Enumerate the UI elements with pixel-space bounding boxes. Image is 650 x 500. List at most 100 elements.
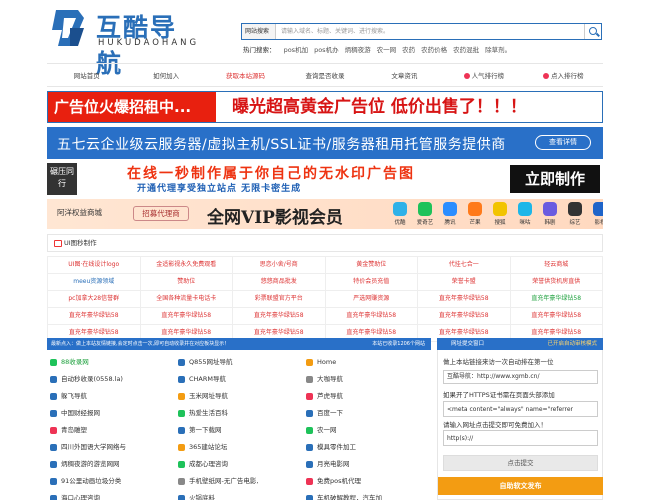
- sponsor-link[interactable]: 赞助位: [140, 274, 233, 291]
- logo-subtitle: HUKUDAOHANG: [98, 38, 200, 48]
- hot-search-item[interactable]: 农药混批: [453, 46, 479, 54]
- sponsor-link[interactable]: 黄金赞助位: [325, 257, 418, 274]
- app-logo-icon: [418, 202, 432, 216]
- site-name: 月亮电影网: [317, 460, 350, 468]
- site-list-item[interactable]: 海口心理咨询: [47, 490, 175, 500]
- nav-item[interactable]: 人气排行榜: [444, 70, 523, 80]
- sponsor-link[interactable]: 彩票联盟官方平台: [233, 291, 326, 308]
- sponsor-link[interactable]: 直充年豪华绿钻58: [325, 308, 418, 325]
- sponsor-link[interactable]: 直充年豪华绿钻58: [418, 308, 511, 325]
- sponsor-link[interactable]: UI图·在线设计logo: [48, 257, 141, 274]
- site-list-item[interactable]: 玉米网址导航: [175, 388, 303, 405]
- app-name: 咪咕: [519, 220, 531, 226]
- site-name: CHARM导航: [189, 375, 226, 383]
- sponsor-link[interactable]: 直充年豪华绿钻58: [140, 308, 233, 325]
- nav-item[interactable]: 如何加入: [126, 70, 205, 80]
- ui-maker-link[interactable]: UI图秒制作: [47, 234, 603, 252]
- meta-code-box[interactable]: <meta content="always" name="referrer: [443, 401, 598, 417]
- submit-button[interactable]: 点击提交: [443, 455, 598, 471]
- sponsor-link[interactable]: 荣誉卡盟: [418, 274, 511, 291]
- sponsor-link[interactable]: 金适影视永久免费观看: [140, 257, 233, 274]
- site-list-item[interactable]: CHARM导航: [175, 371, 303, 388]
- site-list-item[interactable]: 手机壁纸网-无广告电影,: [175, 473, 303, 490]
- make-now-button[interactable]: 立即制作: [510, 165, 600, 193]
- search-bar: 网站搜索 请输入域名、标题、关键词、进行搜索。: [241, 23, 602, 40]
- banner-details-button[interactable]: 查看详情: [535, 135, 591, 150]
- site-list-item[interactable]: 中国财经报网: [47, 405, 175, 422]
- site-list-item[interactable]: 第一下载网: [175, 422, 303, 439]
- hot-search-item[interactable]: pos机加: [284, 46, 309, 54]
- sponsor-link[interactable]: 直充年豪华绿钻58: [510, 308, 603, 325]
- banner-ad-rent-right: 曝光超高黄金广告位 低价出售了！！！: [232, 97, 527, 117]
- sponsor-link[interactable]: 荣誉供货机房直供: [510, 274, 603, 291]
- site-favicon-icon: [306, 393, 313, 400]
- site-list-item[interactable]: 炳稠夜游的游览网网: [47, 456, 175, 473]
- nav-item[interactable]: 获取本站源码: [206, 70, 285, 80]
- hot-search-item[interactable]: 农药: [402, 46, 415, 54]
- sponsor-link[interactable]: 直充年豪华绿钻58: [233, 308, 326, 325]
- site-logo[interactable]: 互酷导航 HUKUDAOHANG: [50, 6, 196, 78]
- recruit-agent-button[interactable]: 招募代理商: [133, 206, 189, 221]
- hot-search-item[interactable]: 炳稠夜游: [345, 46, 371, 54]
- self-publish-button[interactable]: 自助软文发布: [438, 477, 603, 495]
- hot-search-item[interactable]: 农药价格: [421, 46, 447, 54]
- site-list-item[interactable]: Q855网址导航: [175, 354, 303, 371]
- sponsor-link[interactable]: 直充年豪华绿钻58: [418, 291, 511, 308]
- search-icon[interactable]: [584, 24, 601, 39]
- sponsor-link-grid: UI图·在线设计logo 金适影视永久免费观看 思恋小舍/号商 黄金赞助位 代挂七合一轻…: [47, 256, 603, 342]
- site-list-item[interactable]: 芦虎导航: [303, 388, 431, 405]
- sponsor-link[interactable]: 直充年豪华绿钻58: [48, 308, 141, 325]
- sponsor-link[interactable]: pc加拿大28信誉群: [48, 291, 141, 308]
- nav-item[interactable]: 点入排行榜: [524, 70, 603, 80]
- sponsor-link[interactable]: 轻云商城: [510, 257, 603, 274]
- site-list-item[interactable]: Home: [303, 354, 431, 371]
- video-app: 影视: [589, 202, 603, 226]
- site-list-item[interactable]: 自动秒收录(0558.la): [47, 371, 175, 388]
- sponsor-link[interactable]: 代挂七合一: [418, 257, 511, 274]
- site-name: 91公里动画垃圾分类: [61, 477, 122, 485]
- site-list-item[interactable]: 模具零件加工: [303, 439, 431, 456]
- site-list-item[interactable]: 火锅底料: [175, 490, 303, 500]
- site-list-item[interactable]: 农一网: [303, 422, 431, 439]
- site-name: 365建站论坛: [189, 443, 228, 451]
- hot-search-label: 热门搜索：: [243, 46, 276, 54]
- sponsor-link[interactable]: 悠悠商品批发: [233, 274, 326, 291]
- site-list-item[interactable]: 月亮电影网: [303, 456, 431, 473]
- site-list-item[interactable]: 大咖导航: [303, 371, 431, 388]
- search-input[interactable]: 请输入域名、标题、关键词、进行搜索。: [276, 24, 584, 39]
- hot-search-item[interactable]: 除草剂。: [485, 46, 511, 54]
- url-input[interactable]: http(s)://: [443, 430, 598, 446]
- sponsor-link[interactable]: 直充年豪华绿钻58: [510, 291, 603, 308]
- site-list-item[interactable]: 车机破解教程，汽车加: [303, 490, 431, 500]
- sponsor-link[interactable]: meeu资源领域: [48, 274, 141, 291]
- link-code-box[interactable]: 互酷导航：http://www.xgmb.cn/: [443, 370, 598, 384]
- sponsor-link[interactable]: 全国各种流量卡电话卡: [140, 291, 233, 308]
- site-list-item[interactable]: 热爱生活百科: [175, 405, 303, 422]
- sponsor-link[interactable]: 特价会员充值: [325, 274, 418, 291]
- app-logo-icon: [393, 202, 407, 216]
- site-list-item[interactable]: 91公里动画垃圾分类: [47, 473, 175, 490]
- sponsor-link[interactable]: 严选网赚资源: [325, 291, 418, 308]
- site-name: 车机破解教程，汽车加: [317, 494, 382, 500]
- banner-vip[interactable]: 阿洋权益商城 招募代理商 全网VIP影视会员 优酷 爱奇艺 腾讯 芒果 搜狐 咪咕 韩剧 综艺…: [47, 199, 603, 229]
- site-list-item[interactable]: 88收录网: [47, 354, 175, 371]
- sponsor-link[interactable]: 思恋小舍/号商: [233, 257, 326, 274]
- site-list-item[interactable]: 365建站论坛: [175, 439, 303, 456]
- site-name: 青岛雕塑: [61, 426, 87, 434]
- banner-cloud-server[interactable]: 五七云企业级云服务器/虚拟主机/SSL证书/服务器租用托管服务提供商 查看详情: [47, 127, 603, 159]
- banner-ad-maker[interactable]: 碾压同行 在线一秒制作属于你自己的无水印广告图 开通代理享受独立站点 无限卡密生…: [47, 163, 603, 195]
- banner-ad-rent[interactable]: 广告位火爆招租中... 曝光超高黄金广告位 低价出售了！！！: [47, 91, 603, 123]
- site-list-item[interactable]: 免费pos机代理: [303, 473, 431, 490]
- site-list-item[interactable]: 躲飞导航: [47, 388, 175, 405]
- nav-item[interactable]: 网站首页: [47, 70, 126, 80]
- nav-item[interactable]: 文章资讯: [365, 70, 444, 80]
- search-type-select[interactable]: 网站搜索: [242, 24, 276, 39]
- video-app: 综艺: [564, 202, 586, 226]
- site-list-item[interactable]: 成都心理咨询: [175, 456, 303, 473]
- site-list-item[interactable]: 四川外国语大学网络与: [47, 439, 175, 456]
- hot-search-item[interactable]: pos机办: [314, 46, 339, 54]
- site-list-item[interactable]: 百度一下: [303, 405, 431, 422]
- site-list-item[interactable]: 青岛雕塑: [47, 422, 175, 439]
- hot-search-item[interactable]: 农一网: [377, 46, 397, 54]
- nav-item[interactable]: 查询是否收录: [285, 70, 364, 80]
